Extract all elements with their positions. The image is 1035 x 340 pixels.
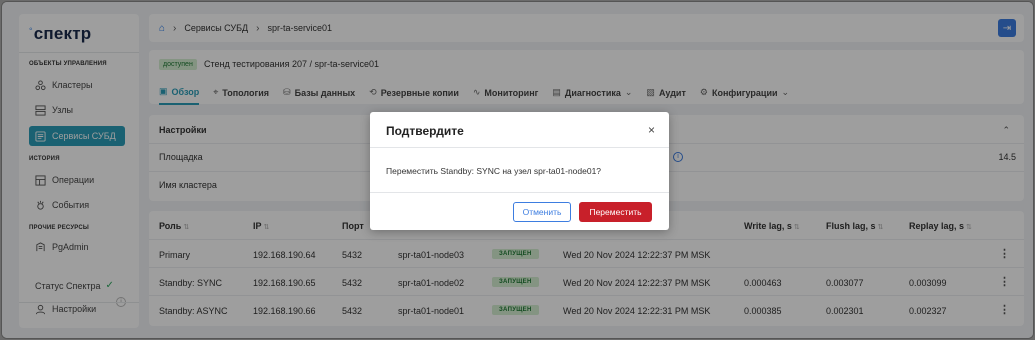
close-icon[interactable]: ×	[648, 123, 655, 137]
confirm-dialog: Подтвердите × Переместить Standby: SYNC …	[370, 112, 669, 230]
app-window: ◦спектр ОБЪЕКТЫ УПРАВЛЕНИЯ Кластеры Узлы…	[1, 1, 1034, 339]
confirm-move-button[interactable]: Переместить	[579, 202, 652, 222]
cancel-button[interactable]: Отменить	[513, 202, 571, 222]
dialog-title: Подтвердите	[386, 124, 464, 138]
dialog-message: Переместить Standby: SYNC на узел spr-ta…	[386, 166, 602, 176]
